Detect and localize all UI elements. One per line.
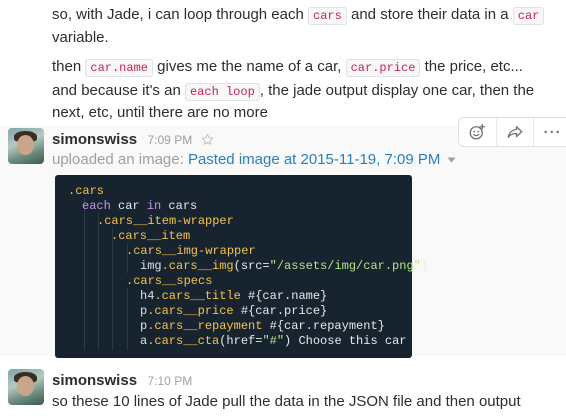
more-actions-button[interactable]: ··· (533, 118, 566, 146)
code-line: p.cars__price #{car.price} (68, 304, 412, 319)
code-token: #{car.price} (240, 304, 328, 318)
code-token: in (146, 199, 162, 213)
code-line: .cars__img-wrapper (68, 244, 412, 259)
text-segment: and store their data in a (351, 6, 509, 23)
code-token: .cars (68, 184, 105, 198)
text-segment: so these 10 lines of Jade pull the data … (52, 393, 521, 410)
star-icon[interactable] (201, 133, 214, 151)
inline-code: car.name (85, 59, 153, 77)
upload-line: uploaded an image: Pasted image at 2015-… (52, 150, 456, 168)
code-token: .cars__title (154, 289, 249, 303)
image-preview-code[interactable]: .cars each car in cars .cars__item-wrapp… (55, 175, 428, 358)
more-horizontal-icon: ··· (543, 123, 562, 141)
code-token: (href= (219, 334, 263, 348)
text-segment: so, with Jade, i can loop through each (52, 6, 304, 23)
timestamp[interactable]: 7:09 PM (148, 133, 193, 147)
code-line: h4.cars__title #{car.name} (68, 289, 412, 304)
code-line: .cars__item (68, 229, 412, 244)
code-token: img (140, 259, 162, 273)
file-link[interactable]: Pasted image at 2015-11-19, 7:09 PM (188, 151, 440, 168)
text-segment: , the jade output display one car, then … (259, 82, 535, 99)
code-line: p.cars__repayment #{car.repayment} (68, 319, 412, 334)
text-segment: the price, etc... (424, 58, 523, 75)
timestamp[interactable]: 7:10 PM (148, 374, 193, 388)
text-segment: and because it's an (52, 82, 181, 99)
message-header: simonswiss 7:10 PM (52, 372, 192, 390)
code-token: each (82, 199, 111, 213)
code-token: .cars__price (147, 304, 241, 318)
code-line: a.cars__cta(href="#") Choose this car (68, 334, 412, 349)
code-token: .cars__item-wrapper (97, 214, 234, 228)
text-segment: then (52, 58, 82, 75)
code-token: .cars__repayment (147, 319, 270, 333)
code-token: .cars__item (111, 229, 191, 243)
code-token: cars (161, 199, 198, 213)
message-text-line: variable. (52, 27, 109, 49)
code-token: "#" (262, 334, 285, 348)
code-token: ) (420, 259, 429, 273)
inline-code: car (512, 7, 545, 25)
code-token: #{car.repayment} (269, 319, 385, 333)
code-token: .cars__img (161, 259, 234, 273)
chevron-down-icon[interactable] (447, 150, 456, 167)
code-line: .cars__item-wrapper (68, 214, 412, 229)
inline-code: cars (308, 7, 347, 25)
code-token: "/assets/img/car.png" (269, 259, 421, 273)
code-token: .cars__specs (126, 274, 213, 288)
message-text-line: and because it's an each loop, the jade … (52, 80, 534, 103)
code-token: h4 (140, 289, 155, 303)
code-token: car (110, 199, 147, 213)
code-token: .cars__cta (147, 334, 220, 348)
add-reaction-button[interactable] (459, 118, 496, 146)
share-button[interactable] (495, 118, 534, 146)
message-actions: ··· (458, 117, 566, 147)
inline-code: car.price (345, 59, 421, 77)
share-arrow-icon (507, 126, 523, 138)
message-header: simonswiss 7:09 PM (52, 131, 214, 151)
code-token: .cars__img-wrapper (126, 244, 256, 258)
code-line: .cars (68, 184, 412, 199)
username[interactable]: simonswiss (52, 372, 137, 389)
username[interactable]: simonswiss (52, 131, 137, 148)
uploaded-label: uploaded an image: (52, 151, 184, 168)
message-text-line: so, with Jade, i can loop through each c… (52, 4, 545, 27)
text-segment: next, etc, until there are no more (52, 104, 268, 121)
text-segment: variable. (52, 29, 109, 46)
add-reaction-icon (469, 123, 486, 140)
code-line: .cars__specs (68, 274, 412, 289)
code-line: each car in cars (68, 199, 412, 214)
avatar[interactable] (8, 369, 44, 405)
text-segment: gives me the name of a car, (157, 58, 342, 75)
code-token: #{car.name} (248, 289, 328, 303)
code-token: ) Choose this car (284, 334, 407, 348)
message-text-line: next, etc, until there are no more (52, 102, 268, 124)
code-token: (src= (233, 259, 270, 273)
message-text-line: so these 10 lines of Jade pull the data … (52, 391, 521, 413)
inline-code: each loop (184, 83, 260, 101)
message-text-line: then car.name gives me the name of a car… (52, 56, 523, 79)
avatar[interactable] (8, 128, 44, 164)
code-line: img.cars__img(src="/assets/img/car.png") (68, 259, 428, 274)
